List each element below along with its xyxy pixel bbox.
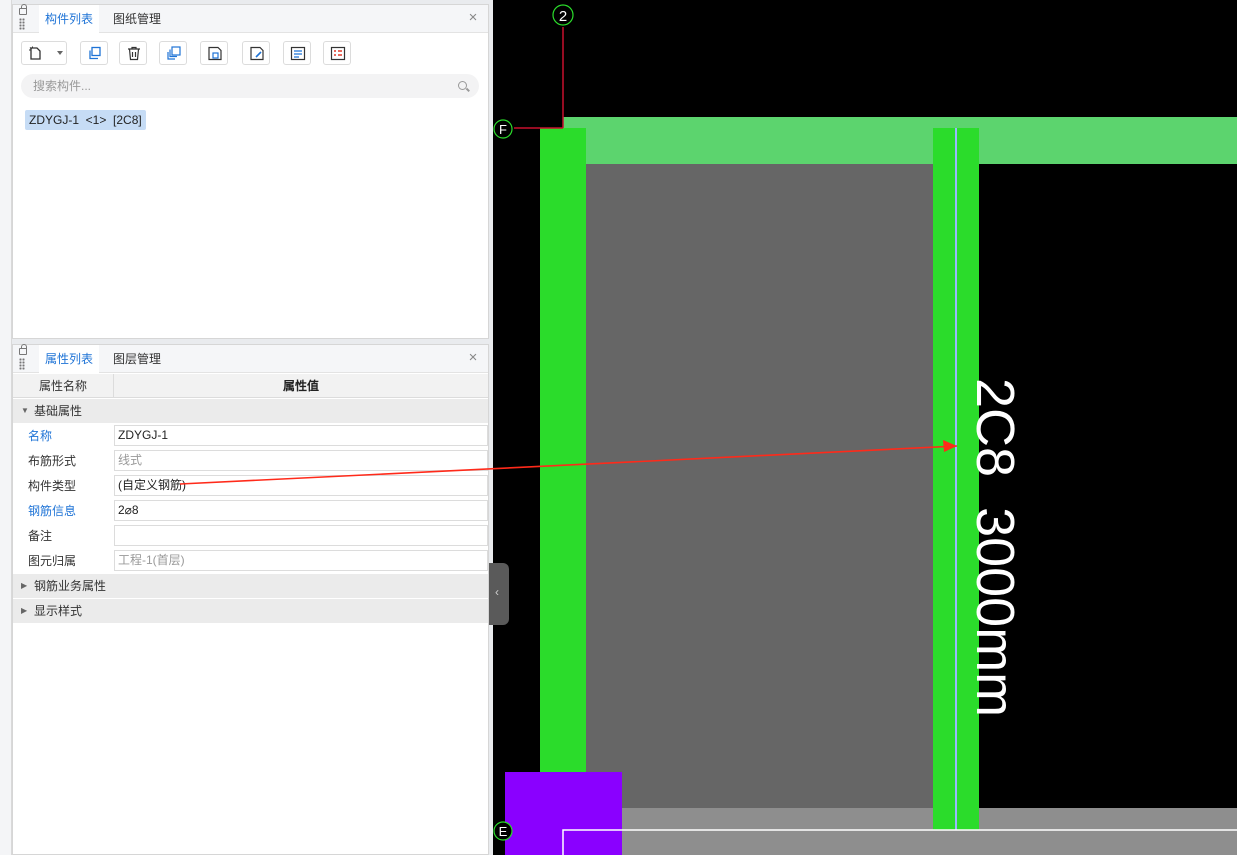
property-row: 图元归属 工程-1(首层): [13, 549, 488, 574]
property-row: 钢筋信息 2⌀8: [13, 499, 488, 524]
component-list-panel: 构件列表 图纸管理 × 搜索构件... ZDYGJ-1 <1> [2C8]: [12, 4, 489, 339]
property-tabbar: 属性列表 图层管理 ×: [13, 344, 488, 373]
group-basic-properties[interactable]: ▼ 基础属性: [13, 399, 488, 423]
properties-button[interactable]: [283, 41, 311, 65]
property-row: 布筋形式 线式: [13, 449, 488, 474]
copy-icon: [89, 46, 101, 60]
group-display-style[interactable]: ▶ 显示样式: [13, 599, 488, 623]
group-rebar-business-properties[interactable]: ▶ 钢筋业务属性: [13, 574, 488, 598]
wall-fill[interactable]: [586, 164, 933, 808]
caret-down-icon: ▼: [21, 406, 29, 415]
save-button[interactable]: [200, 41, 228, 65]
settings-icon: [330, 46, 346, 61]
property-value-readonly: 工程-1(首层): [114, 550, 488, 571]
group-label: 显示样式: [34, 604, 83, 618]
axis-label-f: F: [499, 122, 507, 137]
property-row: 备注: [13, 524, 488, 549]
property-name: 备注: [28, 529, 53, 543]
new-component-button[interactable]: [21, 41, 67, 65]
close-icon[interactable]: ×: [466, 350, 480, 365]
property-name: 名称: [28, 429, 53, 443]
settings-button[interactable]: [323, 41, 351, 65]
caret-right-icon: ▶: [21, 581, 28, 590]
rename-button[interactable]: [242, 41, 270, 65]
axis-label-2: 2: [559, 8, 567, 25]
copy-button[interactable]: [80, 41, 108, 65]
axis-label-e: E: [499, 824, 508, 839]
caret-right-icon: ▶: [21, 606, 28, 615]
property-value-input[interactable]: 2⌀8: [114, 500, 488, 521]
property-list-panel: 属性列表 图层管理 × 属性名称 属性值 ▼ 基础属性 名称 ZDYGJ-1 布…: [12, 344, 489, 855]
dock-collapse-button[interactable]: ‹: [489, 563, 509, 625]
copy-floors-button[interactable]: [159, 41, 187, 65]
group-label: 钢筋业务属性: [34, 579, 107, 593]
new-icon: [29, 46, 41, 60]
component-toolbar: [13, 33, 488, 67]
rename-icon: [250, 46, 264, 61]
property-value-input[interactable]: [114, 525, 488, 546]
tab-drawing-management[interactable]: 图纸管理: [107, 5, 167, 33]
beam-bottom[interactable]: [586, 808, 1237, 855]
property-name: 布筋形式: [28, 454, 77, 468]
tab-property-list[interactable]: 属性列表: [39, 345, 100, 373]
property-name: 构件类型: [28, 479, 77, 493]
property-row: 名称 ZDYGJ-1: [13, 424, 488, 449]
drawing-canvas[interactable]: 2 F E 2C8 3000mm: [493, 0, 1237, 855]
component-search: [21, 74, 479, 98]
copy-layers-icon: [167, 46, 181, 60]
panel-lock-grip-icon[interactable]: [17, 344, 29, 370]
list-item[interactable]: ZDYGJ-1 <1> [2C8]: [25, 110, 146, 130]
delete-icon: [128, 46, 140, 61]
property-name: 图元归属: [28, 554, 77, 568]
tab-component-list[interactable]: 构件列表: [39, 5, 100, 33]
beam-top[interactable]: [563, 117, 1237, 164]
column-left[interactable]: [540, 128, 586, 808]
property-name: 钢筋信息: [28, 504, 77, 518]
properties-icon: [290, 46, 306, 61]
property-value-input[interactable]: (自定义钢筋): [114, 475, 488, 496]
search-input[interactable]: [33, 78, 433, 94]
group-label: 基础属性: [34, 404, 83, 418]
panel-lock-grip-icon[interactable]: [17, 4, 29, 30]
property-value-readonly: 线式: [114, 450, 488, 471]
property-value-input[interactable]: ZDYGJ-1: [114, 425, 488, 446]
left-dock: 构件列表 图纸管理 × 搜索构件... ZDYGJ-1 <1> [2C8] 属性…: [0, 0, 493, 855]
dock-edge: [0, 0, 12, 855]
canvas-drawing: 2 F E 2C8 3000mm: [493, 4, 1237, 855]
close-icon[interactable]: ×: [466, 10, 480, 25]
column-header-value: 属性值: [282, 379, 319, 393]
delete-button[interactable]: [119, 41, 147, 65]
save-icon: [208, 46, 222, 61]
property-row: 构件类型 (自定义钢筋): [13, 474, 488, 499]
chevron-down-icon[interactable]: [57, 51, 63, 55]
rebar-dimension-label: 2C8 3000mm: [965, 378, 1025, 717]
chevron-left-icon: ‹: [495, 585, 499, 599]
tab-layer-management[interactable]: 图层管理: [107, 345, 167, 373]
property-grid-header: 属性名称 属性值: [13, 374, 488, 398]
column-header-name: 属性名称: [13, 374, 114, 398]
search-icon[interactable]: [458, 81, 467, 90]
component-tabbar: 构件列表 图纸管理 ×: [13, 4, 488, 33]
